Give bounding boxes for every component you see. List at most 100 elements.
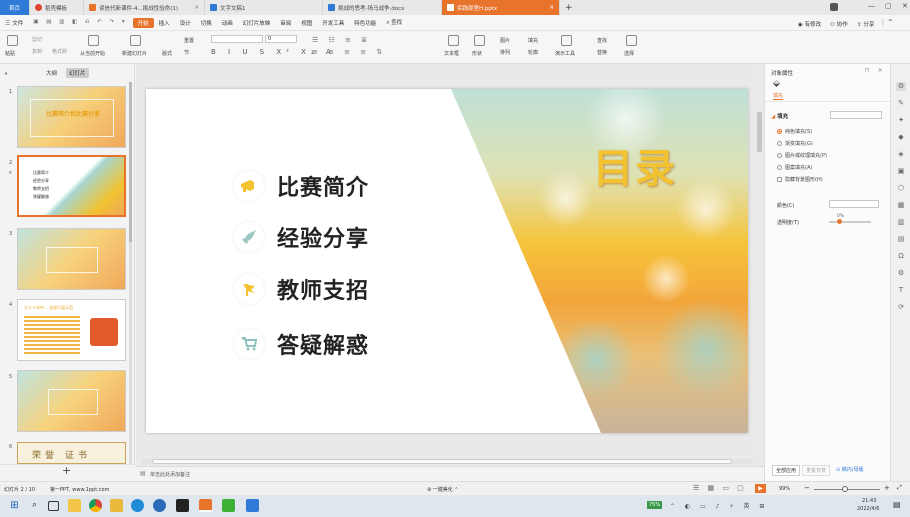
menu-design[interactable]: 设计	[175, 19, 196, 27]
presentation-tools-button[interactable]: 演示工具	[555, 50, 575, 57]
shape-icon[interactable]: ⬡	[896, 184, 906, 193]
paste-button[interactable]: 粘贴	[5, 50, 15, 57]
tab-home[interactable]: 首页	[0, 0, 30, 15]
transparency-value[interactable]: 0%	[837, 214, 844, 219]
browser-icon[interactable]	[153, 499, 166, 512]
textbox-button[interactable]: 文本框	[444, 50, 459, 57]
menu-view[interactable]: 视图	[296, 19, 317, 27]
menu-developer[interactable]: 开发工具	[317, 19, 349, 27]
new-slide-icon[interactable]	[130, 35, 141, 46]
image-icon[interactable]: ▣	[896, 167, 906, 176]
zoom-level[interactable]: 99%	[779, 486, 790, 492]
slide-thumbnail-6[interactable]: 荣誉 证书	[17, 442, 126, 464]
slide-title[interactable]: 目录	[593, 136, 677, 194]
transition-icon[interactable]: ◆	[896, 133, 906, 142]
menu-transition[interactable]: 切换	[196, 19, 217, 27]
hide-bg-graphics[interactable]: 隐藏背景图形(H)	[777, 176, 823, 183]
battery-indicator[interactable]: 75%	[647, 501, 663, 509]
align-buttons[interactable]: ≡ ≡ ≡ ≡ ⇅	[312, 48, 386, 56]
help-icon[interactable]: Ω	[896, 252, 906, 261]
settings-icon[interactable]: ⚙	[896, 269, 906, 278]
table-icon[interactable]: ▦	[896, 201, 906, 210]
file-explorer-icon[interactable]	[68, 499, 81, 512]
folder-icon[interactable]	[110, 499, 123, 512]
from-current-button[interactable]: 从当前开始	[80, 50, 105, 57]
close-icon[interactable]: ✕	[190, 5, 199, 11]
add-slide-button[interactable]: +	[62, 464, 71, 477]
fill-type-dropdown[interactable]	[830, 111, 882, 119]
panel-scrollbar[interactable]	[129, 82, 132, 482]
select-button[interactable]: 选择	[624, 50, 634, 57]
shape-button[interactable]: 形状	[472, 50, 482, 57]
app-icon[interactable]	[246, 499, 259, 512]
task-view-icon[interactable]	[48, 501, 59, 511]
tab-doc-active[interactable]: 实践部室H.pptx ✕	[442, 0, 560, 15]
collaborate-button[interactable]: ⚇ 协作	[830, 20, 848, 28]
menu-search[interactable]: ⌕ 查找	[381, 18, 407, 27]
textbox-icon[interactable]	[448, 35, 459, 46]
notification-icon[interactable]: ▤	[893, 500, 901, 509]
copy-button[interactable]: 复制	[32, 48, 42, 55]
tab-doc-1[interactable]: 读信代新课件-4...挑战性验命(1) ✕	[84, 0, 205, 15]
wps-icon[interactable]	[199, 499, 212, 512]
properties-icon[interactable]: ⚙	[896, 82, 906, 91]
toc-item-2[interactable]: 经验分享	[234, 221, 369, 253]
slide-thumbnail-4[interactable]: 七十十年中... 全国七届示范	[17, 299, 126, 361]
select-icon[interactable]	[626, 35, 637, 46]
toc-item-4[interactable]: 答疑解惑	[234, 328, 369, 360]
slide-thumbnail-5[interactable]	[17, 370, 126, 432]
menu-animation[interactable]: 动画	[217, 19, 238, 27]
fill-option-picture[interactable]: 图片或纹理填充(P)	[777, 152, 827, 159]
tab-docer[interactable]: 稻壳模板	[30, 0, 84, 15]
tab-outline[interactable]: 大纲	[46, 69, 57, 77]
horizontal-scrollbar[interactable]	[142, 459, 752, 464]
menu-review[interactable]: 审阅	[275, 19, 296, 27]
maximize-icon[interactable]: ▢	[885, 2, 892, 10]
picture-button[interactable]: 图片	[500, 37, 510, 44]
color-picker[interactable]	[829, 200, 879, 208]
fill-option-gradient[interactable]: 渐变填充(G)	[777, 140, 813, 147]
quick-access-toolbar[interactable]: ▣ ▤ ▥ ◧ ⎌ ↶ ↷ ▾	[28, 19, 132, 26]
clock-date[interactable]: 2022/4/6	[857, 506, 879, 512]
play-button[interactable]: ▶	[755, 484, 766, 493]
beautify-button[interactable]: ⊛ 一键美化 ⌃	[427, 486, 459, 493]
toc-item-3[interactable]: 教师支招	[234, 273, 369, 305]
fill-icon[interactable]: ⬙	[773, 79, 780, 89]
menu-slideshow[interactable]: 幻灯片放映	[238, 19, 276, 27]
menu-insert[interactable]: 插入	[154, 19, 175, 27]
fill-option-pattern[interactable]: 图案填充(A)	[777, 164, 812, 171]
fill-tab[interactable]: 填充	[773, 92, 784, 100]
menu-home[interactable]: 开始	[132, 17, 154, 28]
has-changes-button[interactable]: ◉ 有修改	[798, 20, 821, 28]
fill-button[interactable]: 填充	[528, 37, 538, 44]
format-painter-button[interactable]: 格式刷	[52, 48, 67, 55]
section-button[interactable]: 节	[184, 49, 189, 56]
chart-icon[interactable]: ▥	[896, 218, 906, 227]
reset-bg-button[interactable]: 重置背景	[802, 465, 831, 476]
clock-time[interactable]: 21:43	[862, 498, 876, 504]
play-icon[interactable]	[88, 35, 99, 46]
apply-all-button[interactable]: 全部应用	[772, 465, 801, 476]
style-icon[interactable]: ✎	[896, 99, 906, 108]
zoom-in-button[interactable]: +	[884, 484, 890, 492]
outline-button[interactable]: 轮廓	[528, 49, 538, 56]
toc-item-1[interactable]: 比赛简介	[234, 170, 369, 202]
arrange-button[interactable]: 排列	[500, 49, 510, 56]
vertical-scrollbar[interactable]	[757, 68, 762, 456]
tab-doc-3[interactable]: 挑战的思考-场马战争.docx	[323, 0, 442, 15]
search-icon[interactable]: ⌕	[28, 499, 41, 512]
panel-collapse-icon[interactable]: ◂	[4, 70, 7, 77]
fill-option-solid[interactable]: 纯色填充(S)	[777, 128, 812, 135]
fill-section-title[interactable]: ◢ 填充	[771, 112, 788, 120]
fit-window-icon[interactable]: ⤢	[897, 484, 902, 492]
shape-icon[interactable]	[474, 35, 485, 46]
font-size-field[interactable]: 0	[265, 35, 297, 43]
cut-button[interactable]: 剪切	[32, 36, 42, 43]
sync-icon[interactable]: ⟳	[896, 303, 906, 312]
paragraph-buttons[interactable]: ☰ ☷ ≡ ≣	[312, 36, 371, 44]
paste-icon[interactable]	[7, 35, 18, 46]
close-icon[interactable]: ✕	[545, 5, 554, 11]
notes-placeholder[interactable]: 单击此处添加备注	[150, 471, 190, 478]
text-icon[interactable]: T	[896, 286, 906, 295]
close-window-icon[interactable]: ✕	[902, 2, 908, 10]
